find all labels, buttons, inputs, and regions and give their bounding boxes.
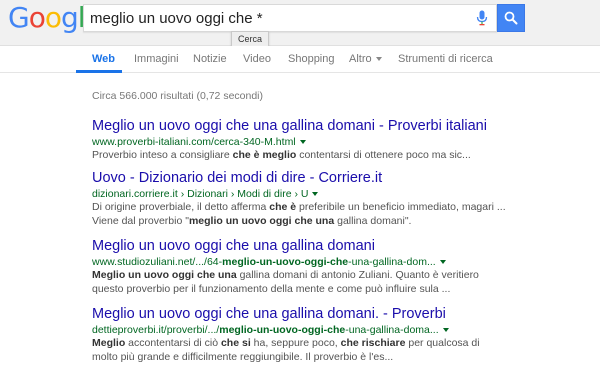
active-tab-indicator (76, 70, 122, 73)
snippet-highlight: Meglio un uovo oggi che una (92, 269, 237, 281)
result-snippet: molto più grande e difficilmente reggiun… (92, 351, 592, 365)
snippet-text: contentarsi di ottenere poco ma sic... (296, 149, 471, 161)
tab-news[interactable]: Notizie (193, 52, 227, 66)
result-url-text: www.studiozuliani.net/.../64-meglio-un-u… (92, 256, 436, 268)
snippet-text: ha, seppure poco, (250, 337, 341, 349)
search-result: Meglio un uovo oggi che una gallina doma… (92, 117, 592, 163)
snippet-text: Viene dal proverbio " (92, 214, 189, 227)
result-url-part: meglio-un-uovo-oggi-che (222, 256, 349, 268)
snippet-text: molto più grande e difficilmente reggiun… (92, 350, 394, 363)
result-url-text: www.proverbi-italiani.com/cerca-340-M.ht… (92, 136, 296, 148)
snippet-text: gallina domani di antonio Zuliani. Quant… (236, 269, 479, 281)
result-url-part: www.studiozuliani.net/.../64- (92, 256, 223, 268)
result-url: www.proverbi-italiani.com/cerca-340-M.ht… (92, 135, 592, 149)
result-url-part: -una-gallina-doma... (345, 324, 439, 336)
logo-letter: o (44, 1, 62, 34)
result-snippet-block: Di origine proverbiale, il detto afferma… (92, 201, 592, 228)
result-url: dettieproverbi.it/proverbi/.../meglio-un… (92, 323, 592, 337)
search-tooltip: Cerca (231, 31, 270, 47)
logo-letter: o (28, 1, 46, 34)
result-title-link[interactable]: Meglio un uovo oggi che una gallina doma… (92, 117, 592, 135)
result-url-part: -una-gallina-dom... (348, 256, 436, 268)
search-header: Google (0, 0, 600, 46)
snippet-text: accontentarsi di ciò (125, 337, 221, 349)
result-snippet: questo proverbio per il funzionamento de… (92, 283, 592, 297)
result-title-link[interactable]: Meglio un uovo oggi che una gallina doma… (92, 237, 592, 255)
result-stats: Circa 566.000 risultati (0,72 secondi) (92, 90, 264, 102)
snippet-highlight: che rischiare (340, 337, 406, 349)
tab-more-label: Altro (349, 53, 372, 65)
result-title-link[interactable]: Uovo - Dizionario dei modi di dire - Cor… (92, 169, 592, 187)
result-snippet: Viene dal proverbio "meglio un uovo oggi… (92, 215, 592, 229)
chevron-down-icon (375, 57, 382, 61)
snippet-text: Proverbio inteso a consigliare (92, 149, 233, 161)
result-url: dizionari.corriere.it › Dizionari › Modi… (92, 187, 592, 201)
tab-shopping[interactable]: Shopping (288, 52, 335, 66)
tab-search-tools[interactable]: Strumenti di ricerca (398, 52, 493, 66)
result-snippet-block: Meglio accontentarsi di ciò che si ha, s… (92, 337, 592, 364)
microphone-icon[interactable] (476, 10, 488, 26)
dropdown-arrow-icon[interactable] (299, 140, 306, 144)
result-url-part: meglio-un-uovo-oggi-che (219, 324, 346, 336)
tab-web[interactable]: Web (92, 52, 115, 66)
snippet-highlight: Meglio (92, 337, 126, 349)
snippet-text: questo proverbio per il funzionamento de… (92, 282, 451, 295)
snippet-highlight: che si (220, 337, 251, 349)
search-tabs: Web Immagini Notizie Video Shopping Altr… (0, 46, 600, 73)
result-snippet: Proverbio inteso a consigliare che è meg… (92, 149, 592, 163)
snippet-highlight: che è meglio (232, 149, 297, 161)
snippet-highlight: che è (269, 201, 297, 213)
result-snippet-block: Proverbio inteso a consigliare che è meg… (92, 149, 592, 163)
result-url-part: dettieproverbi.it/proverbi/.../ (92, 324, 220, 336)
tab-more[interactable]: Altro (349, 52, 382, 66)
search-button[interactable] (497, 4, 525, 32)
result-snippet: Di origine proverbiale, il detto afferma… (92, 201, 592, 215)
snippet-text: Di origine proverbiale, il detto afferma (92, 201, 270, 213)
search-result: Meglio un uovo oggi che una gallina doma… (92, 237, 592, 296)
snippet-text: gallina domani". (334, 214, 412, 227)
result-snippet: Meglio accontentarsi di ciò che si ha, s… (92, 337, 592, 351)
result-url-part: www.proverbi-italiani.com/cerca-340-M.ht… (92, 136, 296, 148)
tab-video[interactable]: Video (243, 52, 271, 66)
result-snippet: Meglio un uovo oggi che una gallina doma… (92, 269, 592, 283)
result-snippet-block: Meglio un uovo oggi che una gallina doma… (92, 269, 592, 296)
snippet-text: preferibile un beneficio immediato, maga… (296, 201, 506, 213)
search-input[interactable] (90, 5, 470, 31)
result-url-text: dizionari.corriere.it › Dizionari › Modi… (92, 188, 308, 200)
search-box (83, 4, 497, 32)
result-title-link[interactable]: Meglio un uovo oggi che una gallina doma… (92, 305, 592, 323)
dropdown-arrow-icon[interactable] (439, 260, 446, 264)
dropdown-arrow-icon[interactable] (442, 328, 449, 332)
result-url-part: dizionari.corriere.it › Dizionari › Modi… (92, 188, 309, 200)
logo-letter: G (8, 1, 30, 34)
result-url-text: dettieproverbi.it/proverbi/.../meglio-un… (92, 324, 439, 336)
tab-images[interactable]: Immagini (134, 52, 179, 66)
search-result: Uovo - Dizionario dei modi di dire - Cor… (92, 169, 592, 228)
search-result: Meglio un uovo oggi che una gallina doma… (92, 305, 592, 364)
dropdown-arrow-icon[interactable] (312, 192, 319, 196)
logo-letter: g (60, 1, 79, 34)
result-url: www.studiozuliani.net/.../64-meglio-un-u… (92, 255, 592, 269)
search-icon (504, 11, 518, 25)
snippet-text: per qualcosa di (405, 337, 480, 349)
snippet-highlight: meglio un uovo oggi che una (188, 214, 335, 227)
